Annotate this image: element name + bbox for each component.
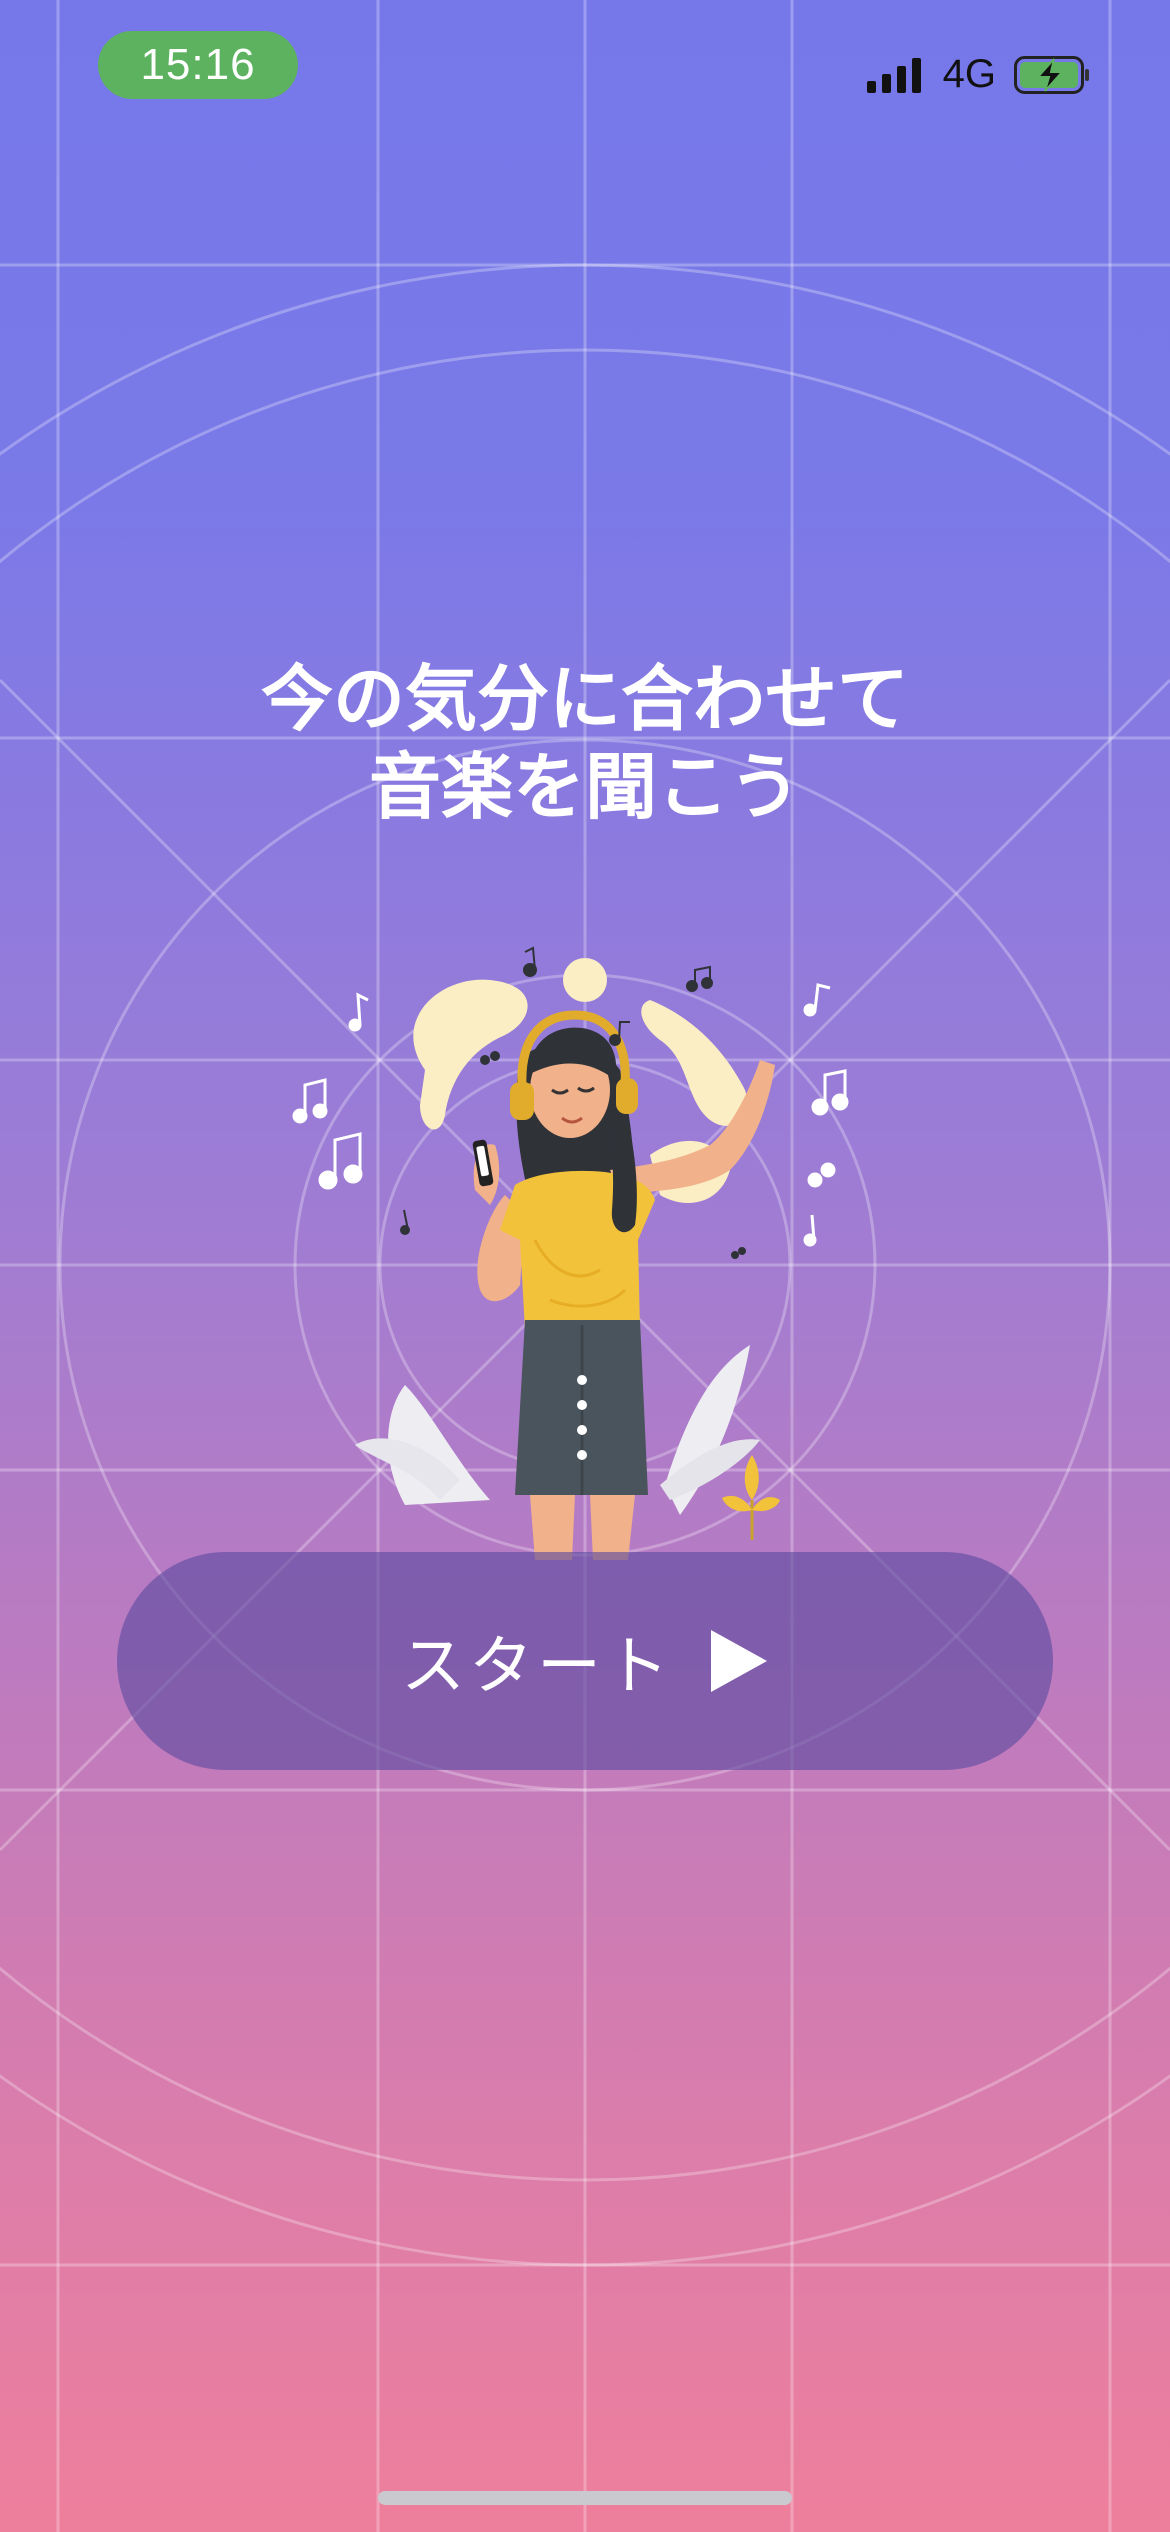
network-type: 4G — [942, 52, 996, 96]
home-indicator[interactable] — [378, 2491, 792, 2505]
headline-line-1: 今の気分に合わせて — [260, 657, 909, 741]
battery-charging-icon — [1014, 55, 1089, 94]
welcome-screen: 15:16 4G 今の気分に合わせて 音楽を聞こう スタート — [0, 0, 1170, 2532]
woman-with-headphones-illustration — [292, 946, 849, 1560]
play-icon — [711, 1630, 767, 1692]
headline: 今の気分に合わせて 音楽を聞こう — [0, 655, 1170, 831]
status-indicators: 4G — [866, 52, 1090, 97]
status-time: 15:16 — [98, 31, 298, 99]
start-button-label: スタート — [401, 1630, 673, 1704]
cellular-signal-icon — [866, 57, 921, 93]
start-button[interactable]: スタート — [117, 1552, 1053, 1770]
headline-line-2: 音楽を聞こう — [368, 745, 801, 829]
